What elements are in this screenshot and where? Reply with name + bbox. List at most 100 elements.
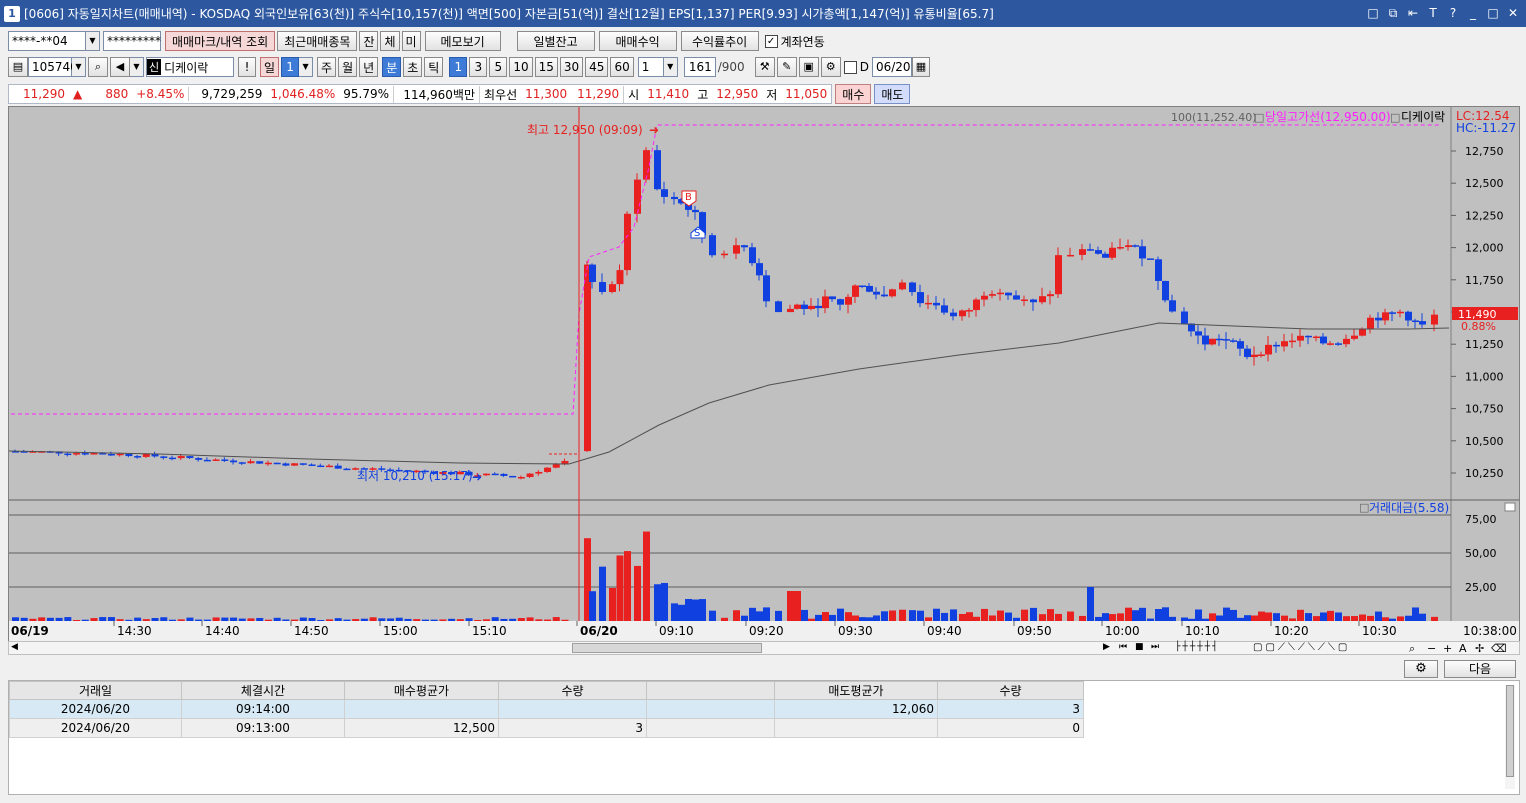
period-tick-button[interactable]: 틱: [424, 57, 444, 77]
drawing-tools[interactable]: ▢▢⟋⟍⟋⟍⟋⟍▢: [1253, 642, 1350, 653]
interval-3-button[interactable]: 3: [469, 57, 488, 77]
eraser-icon[interactable]: ⌫: [1491, 642, 1507, 655]
stop-icon[interactable]: ■: [1135, 642, 1144, 652]
crosshair-icon[interactable]: ✢: [1475, 642, 1484, 655]
account-input[interactable]: ****-**04: [8, 31, 86, 51]
trade-profit-button[interactable]: 매매수익: [598, 31, 677, 51]
return-trend-button[interactable]: 수익률추이: [680, 31, 759, 51]
volume-bar: [99, 617, 107, 621]
font-icon[interactable]: T: [1426, 4, 1440, 22]
chart-panel[interactable]: 12,75012,50012,25012,00011,75011,50011,2…: [8, 106, 1520, 642]
code-dropdown-icon[interactable]: ▼: [72, 57, 86, 77]
memo-button[interactable]: 메모보기: [424, 31, 501, 51]
stock-name-field[interactable]: 신 디케이락: [146, 57, 234, 77]
unfilled-button[interactable]: 미: [401, 31, 421, 51]
sell-button[interactable]: 매도: [874, 84, 911, 104]
grid-vertical-scrollbar[interactable]: [1505, 685, 1515, 789]
volume-bar: [1367, 615, 1374, 621]
volume-bar: [55, 617, 63, 621]
restore-icon[interactable]: □: [1366, 4, 1380, 22]
candle-body: [859, 285, 866, 288]
candlestick-chart[interactable]: 12,75012,50012,25012,00011,75011,50011,2…: [9, 107, 1519, 641]
interval-60-button[interactable]: 60: [610, 57, 634, 77]
table-row[interactable]: 2024/06/20 09:13:00 12,500 3 0: [9, 718, 1084, 738]
multiplier-input[interactable]: 1: [637, 57, 664, 77]
multiplier-dropdown-icon[interactable]: ▼: [663, 57, 678, 77]
save-icon[interactable]: ▣: [798, 57, 819, 77]
col-sell-qty[interactable]: 수량: [937, 681, 1084, 700]
copy-window-icon[interactable]: ⧉: [1386, 4, 1400, 22]
interval-5-button[interactable]: 5: [489, 57, 508, 77]
calendar-icon[interactable]: ▦: [911, 57, 930, 77]
col-trade-date[interactable]: 거래일: [9, 681, 182, 700]
layout-icon[interactable]: ▤: [8, 57, 28, 77]
interval-30-button[interactable]: 30: [559, 57, 584, 77]
date-checkbox[interactable]: D: [843, 60, 869, 74]
chart-scrollbar[interactable]: ◀ ▶ ⏮ ■ ⏭ ├┼┼┼┼┤ ▢▢⟋⟍⟋⟍⟋⟍▢ ⌕ − + A ✢ ⌫: [8, 641, 1520, 655]
period-month-button[interactable]: 월: [338, 57, 358, 77]
grid-scroll-thumb[interactable]: [1506, 685, 1514, 777]
sound-icon[interactable]: ◀: [110, 57, 130, 77]
period-day-button[interactable]: 일: [260, 57, 280, 77]
period-num-button[interactable]: 1: [281, 57, 300, 77]
account-dropdown-icon[interactable]: ▼: [86, 31, 100, 51]
date-input[interactable]: 06/20: [871, 57, 912, 77]
stock-code-input[interactable]: 105740: [28, 57, 78, 77]
current-price: 11,290: [23, 87, 65, 101]
interval-15-button[interactable]: 15: [534, 57, 558, 77]
daily-balance-button[interactable]: 일별잔고: [516, 31, 595, 51]
col-exec-time[interactable]: 체결시간: [181, 681, 345, 700]
recent-trades-button[interactable]: 최근매매종목: [277, 31, 358, 51]
volume-bar: [733, 610, 740, 621]
text-icon[interactable]: A: [1459, 642, 1467, 655]
volume-bar: [981, 608, 988, 621]
zoom-icon[interactable]: ⌕: [1409, 642, 1415, 656]
table-row[interactable]: 2024/06/20 09:14:00 12,060 3: [9, 699, 1084, 719]
period-year-button[interactable]: 년: [359, 57, 379, 77]
zoom-slider[interactable]: ├┼┼┼┼┤: [1175, 642, 1220, 652]
interval-1-button[interactable]: 1: [449, 57, 468, 77]
buy-button[interactable]: 매수: [835, 84, 872, 104]
help-icon[interactable]: ?: [1446, 4, 1460, 22]
plus-icon[interactable]: +: [1443, 642, 1452, 655]
settings-gear-button[interactable]: ⚙: [1404, 660, 1438, 678]
minus-icon[interactable]: −: [1427, 642, 1436, 655]
col-buy-qty[interactable]: 수량: [498, 681, 647, 700]
password-input[interactable]: *********: [103, 31, 161, 51]
search-icon[interactable]: ⌕: [88, 57, 108, 77]
draw-tool-icon[interactable]: ✎: [776, 57, 797, 77]
alert-button[interactable]: !: [238, 57, 256, 77]
period-minute-button[interactable]: 분: [382, 57, 402, 77]
name-legend-box-icon: □: [1390, 111, 1400, 124]
play-icon[interactable]: ⏭: [1151, 642, 1159, 652]
period-dropdown-icon[interactable]: ▼: [299, 57, 314, 77]
rewind-icon[interactable]: ⏮: [1119, 642, 1127, 652]
candle-body: [64, 453, 72, 456]
col-sell-avg[interactable]: 매도평균가: [774, 681, 938, 700]
close-icon[interactable]: ✕: [1506, 4, 1520, 22]
col-blank[interactable]: [646, 681, 775, 700]
candle-body: [692, 209, 699, 213]
volume-bar: [12, 617, 19, 621]
scroll-right-icon[interactable]: ▶: [1103, 642, 1110, 652]
link-icon[interactable]: ⇤: [1406, 4, 1420, 22]
balance-button[interactable]: 잔: [359, 31, 379, 51]
scroll-left-icon[interactable]: ◀: [11, 642, 18, 652]
bar-count-input[interactable]: 161: [683, 57, 716, 77]
indicator-icon[interactable]: ⚒: [754, 57, 775, 77]
trade-mark-button[interactable]: 매매마크/내역 조회: [165, 31, 276, 51]
minimize-icon[interactable]: _: [1466, 4, 1480, 22]
interval-45-button[interactable]: 45: [585, 57, 609, 77]
sound-dropdown-icon[interactable]: ▼: [130, 57, 144, 77]
interval-10-button[interactable]: 10: [509, 57, 533, 77]
period-week-button[interactable]: 주: [317, 57, 337, 77]
account-link-checkbox[interactable]: ✓ 계좌연동: [764, 33, 825, 50]
maximize-icon[interactable]: □: [1486, 4, 1500, 22]
col-buy-avg[interactable]: 매수평균가: [344, 681, 499, 700]
candle-body: [925, 302, 932, 305]
filled-button[interactable]: 체: [380, 31, 400, 51]
period-second-button[interactable]: 초: [403, 57, 423, 77]
gear-icon[interactable]: ⚙: [820, 57, 841, 77]
scroll-thumb[interactable]: [572, 643, 762, 653]
next-button[interactable]: 다음: [1444, 660, 1516, 678]
